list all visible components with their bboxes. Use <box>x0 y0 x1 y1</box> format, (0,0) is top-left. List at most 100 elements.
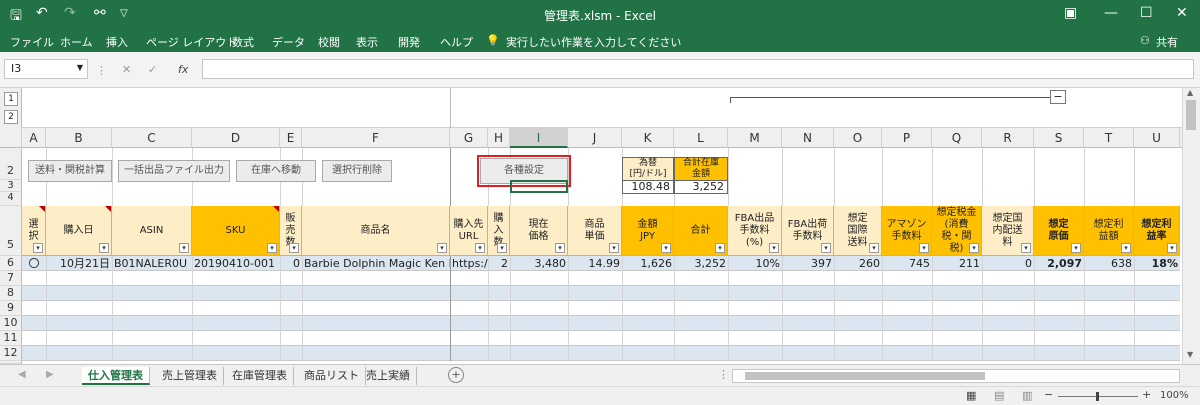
cell-qty[interactable]: 2 <box>488 256 510 271</box>
tab-formulas[interactable]: 数式 <box>232 34 254 50</box>
ribbon-display-icon[interactable]: ▣ <box>1064 5 1077 21</box>
filter-dropdown-icon[interactable]: ▾ <box>609 243 619 253</box>
col-header-p[interactable]: P <box>882 128 932 148</box>
cell-unit[interactable]: 14.99 <box>568 256 622 271</box>
chevron-down-icon[interactable]: ▼ <box>77 63 83 72</box>
splitter-icon[interactable]: ⋮ <box>718 368 729 381</box>
tab-data[interactable]: データ <box>272 34 305 50</box>
scrollbar-thumb[interactable] <box>1186 100 1196 130</box>
col-header-f[interactable]: F <box>302 128 450 148</box>
share-button[interactable]: 共有 <box>1156 34 1178 50</box>
cell-amazon-fee[interactable]: 745 <box>882 256 932 271</box>
zoom-slider[interactable] <box>1058 392 1138 401</box>
outline-level-1[interactable]: 1 <box>4 92 18 106</box>
cell-total[interactable]: 3,252 <box>674 256 728 271</box>
filter-dropdown-icon[interactable]: ▾ <box>661 243 671 253</box>
filter-dropdown-icon[interactable]: ▾ <box>1121 243 1131 253</box>
filter-dropdown-icon[interactable]: ▾ <box>437 243 447 253</box>
tab-scroll-right-icon[interactable]: ▶ <box>46 369 54 380</box>
zoom-out-button[interactable]: − <box>1044 388 1053 401</box>
outline-collapse-button[interactable]: − <box>1050 90 1066 104</box>
col-header-g[interactable]: G <box>450 128 488 148</box>
col-header-e[interactable]: E <box>280 128 302 148</box>
col-header-m[interactable]: M <box>728 128 782 148</box>
col-header-i[interactable]: I <box>510 128 568 148</box>
row-header-2[interactable]: 2 <box>0 148 22 180</box>
horizontal-scrollbar[interactable] <box>732 369 1180 383</box>
row-header-10[interactable]: 10 <box>0 316 22 331</box>
cell-sku[interactable]: 20190410-001 <box>192 256 280 271</box>
cell-url[interactable]: https:/ <box>450 256 488 271</box>
vertical-scrollbar[interactable]: ▲ ▼ <box>1182 88 1200 364</box>
total-inventory-value[interactable]: 3,252 <box>674 181 728 194</box>
formula-input[interactable] <box>202 59 1194 79</box>
row-header-7[interactable]: 7 <box>0 271 22 286</box>
tab-file[interactable]: ファイル <box>10 34 54 50</box>
cell-date[interactable]: 10月21日 <box>46 256 112 271</box>
select-all-corner[interactable] <box>0 128 22 148</box>
outline-level-2[interactable]: 2 <box>4 110 18 124</box>
normal-view-icon[interactable]: ▦ <box>966 389 976 402</box>
row-header-3[interactable]: 3 <box>0 180 22 192</box>
tab-view[interactable]: 表示 <box>356 34 378 50</box>
scroll-up-icon[interactable]: ▲ <box>1187 88 1193 97</box>
tell-me-input[interactable]: 実行したい作業を入力してください <box>506 34 681 50</box>
name-box[interactable]: I3 ▼ <box>4 59 88 79</box>
page-break-icon[interactable]: ▥ <box>1022 389 1032 402</box>
add-sheet-icon[interactable]: + <box>448 367 464 383</box>
filter-dropdown-icon[interactable]: ▾ <box>555 243 565 253</box>
page-layout-icon[interactable]: ▤ <box>994 389 1004 402</box>
filter-dropdown-icon[interactable]: ▾ <box>267 243 277 253</box>
filter-dropdown-icon[interactable]: ▾ <box>1071 243 1081 253</box>
tab-help[interactable]: ヘルプ <box>440 34 473 50</box>
zoom-in-button[interactable]: + <box>1142 388 1151 401</box>
bulk-export-button[interactable]: 一括出品ファイル出力 <box>118 160 230 182</box>
cell-asin[interactable]: B01NALER0U <box>112 256 192 271</box>
tab-developer[interactable]: 開発 <box>398 34 420 50</box>
col-header-c[interactable]: C <box>112 128 192 148</box>
zoom-slider-handle[interactable] <box>1096 392 1099 401</box>
cell-cost[interactable]: 2,097 <box>1034 256 1084 271</box>
row-header-12[interactable]: 12 <box>0 346 22 361</box>
filter-dropdown-icon[interactable]: ▾ <box>769 243 779 253</box>
filter-dropdown-icon[interactable]: ▾ <box>1167 243 1177 253</box>
col-header-u[interactable]: U <box>1134 128 1180 148</box>
col-header-q[interactable]: Q <box>932 128 982 148</box>
cell-intl[interactable]: 260 <box>834 256 882 271</box>
delete-selected-button[interactable]: 選択行削除 <box>322 160 392 182</box>
row-header-4[interactable]: 4 <box>0 192 22 206</box>
move-to-inventory-button[interactable]: 在庫へ移動 <box>236 160 316 182</box>
tab-home[interactable]: ホーム <box>60 34 93 50</box>
cell-jpy[interactable]: 1,626 <box>622 256 674 271</box>
sheet-tab-sales[interactable]: 売上管理表 <box>156 367 224 385</box>
sheet-tab-results[interactable]: 売上実績 <box>360 367 417 385</box>
col-header-n[interactable]: N <box>782 128 834 148</box>
filter-dropdown-icon[interactable]: ▾ <box>821 243 831 253</box>
cell-sold[interactable]: 0 <box>280 256 302 271</box>
cell-profit[interactable]: 638 <box>1084 256 1134 271</box>
enter-icon[interactable]: ✓ <box>148 63 157 76</box>
h-scrollbar-thumb[interactable] <box>745 372 985 380</box>
cell-select[interactable]: 〇 <box>22 256 46 271</box>
tab-page-layout[interactable]: ページ レイアウト <box>146 34 237 50</box>
col-header-j[interactable]: J <box>568 128 622 148</box>
row-header-8[interactable]: 8 <box>0 286 22 301</box>
tab-review[interactable]: 校閲 <box>318 34 340 50</box>
row-header-5[interactable]: 5 <box>0 206 22 256</box>
rate-value[interactable]: 108.48 <box>622 181 674 194</box>
col-header-h[interactable]: H <box>488 128 510 148</box>
sheet-tab-products[interactable]: 商品リスト <box>298 367 366 385</box>
cell-fba-fee[interactable]: 10% <box>728 256 782 271</box>
close-icon[interactable]: ✕ <box>1176 5 1188 21</box>
col-header-s[interactable]: S <box>1034 128 1084 148</box>
filter-dropdown-icon[interactable]: ▾ <box>715 243 725 253</box>
filter-dropdown-icon[interactable]: ▾ <box>99 243 109 253</box>
filter-dropdown-icon[interactable]: ▾ <box>289 243 299 253</box>
minimize-icon[interactable]: — <box>1104 5 1118 21</box>
filter-dropdown-icon[interactable]: ▾ <box>33 243 43 253</box>
col-header-o[interactable]: O <box>834 128 882 148</box>
row-header-11[interactable]: 11 <box>0 331 22 346</box>
cell-margin[interactable]: 18% <box>1134 256 1180 271</box>
col-header-k[interactable]: K <box>622 128 674 148</box>
row-header-6[interactable]: 6 <box>0 256 22 271</box>
